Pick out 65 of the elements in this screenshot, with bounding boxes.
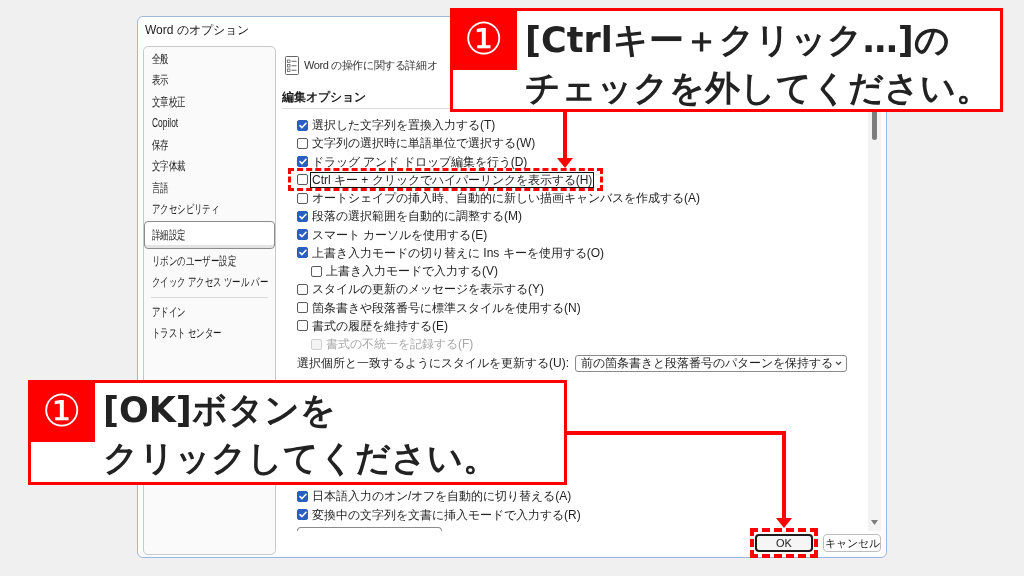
checkmark-icon	[298, 158, 307, 166]
dialog-button[interactable]: キャンセル	[823, 534, 881, 552]
sidebar-item[interactable]: 表示	[144, 69, 275, 91]
sidebar-item[interactable]: 言語	[144, 177, 275, 199]
sidebar-item[interactable]: クイック アクセス ツール バー	[144, 271, 275, 293]
sidebar-item[interactable]: Copilot	[144, 112, 275, 134]
sidebar-item[interactable]: アドイン	[144, 301, 275, 323]
option-label: 段落の選択範囲を自動的に調整する(M)	[311, 208, 523, 225]
sidebar-item[interactable]: 保存	[144, 134, 275, 156]
option-label: 上書き入力モードの切り替えに Ins キーを使用する(O)	[311, 244, 605, 261]
chevron-down-icon	[835, 360, 842, 366]
dropdown[interactable]: 前の箇条書きと段落番号のパターンを保持する	[575, 354, 847, 372]
option-label: 文字列の選択時に単語単位で選択する(W)	[311, 135, 537, 152]
sidebar-item[interactable]: 文章校正	[144, 91, 275, 113]
option-label: 書式の履歴を維持する(E)	[311, 317, 449, 334]
checkbox[interactable]	[297, 247, 308, 259]
description-text: Word の操作に関する詳細オ	[304, 57, 438, 73]
checkbox[interactable]	[297, 490, 308, 502]
checkbox[interactable]	[311, 265, 322, 277]
sidebar-item[interactable]: 詳細設定	[144, 221, 275, 249]
checkmark-icon	[298, 492, 307, 500]
sidebar-item[interactable]: トラスト センター	[144, 322, 275, 344]
number-badge: ①	[28, 380, 95, 442]
option-label: オートシェイプの挿入時、自動的に新しい描画キャンバスを作成する(A)	[311, 190, 701, 207]
checkbox[interactable]	[297, 320, 308, 332]
option-label: Ctrl キー + クリックでハイパーリンクを表示する(H)	[310, 171, 595, 188]
option-label: 箇条書きや段落番号に標準スタイルを使用する(N)	[311, 299, 582, 316]
window-title: Word のオプション	[145, 22, 249, 39]
checkmark-icon	[298, 231, 307, 239]
checkbox[interactable]	[297, 119, 308, 131]
checkbox[interactable]	[297, 509, 308, 521]
checkbox[interactable]	[297, 137, 308, 149]
checkbox[interactable]	[297, 283, 308, 295]
number-badge: ①	[450, 8, 517, 70]
checkbox[interactable]	[297, 174, 308, 186]
option-label: 書式の不統一を記録する(F)	[325, 336, 475, 353]
option-label: 上書き入力モードで入力する(V)	[325, 263, 499, 280]
checkbox[interactable]	[297, 229, 308, 241]
checkbox[interactable]	[297, 210, 308, 222]
sidebar-item[interactable]: 全般	[144, 48, 275, 70]
option-label: スタイルの更新のメッセージを表示する(Y)	[311, 281, 545, 298]
scrollbar-track[interactable]	[868, 112, 881, 531]
option-label: 日本語入力のオン/オフを自動的に切り替える(A)	[311, 488, 573, 505]
option-label: 変換中の文字列を文書に挿入モードで入力する(R)	[311, 506, 582, 523]
sidebar-item[interactable]: 文字体裁	[144, 155, 275, 177]
section-title: 編集オプション	[282, 89, 366, 105]
checkbox[interactable]	[297, 156, 308, 168]
callout-text: [OK]ボタンを クリックしてください。	[103, 389, 498, 480]
option-label: 選択した文字列を置換入力する(T)	[311, 117, 497, 134]
checkbox[interactable]	[297, 192, 308, 204]
checkmark-icon	[298, 249, 307, 257]
checkmark-icon	[298, 511, 307, 519]
checkmark-icon	[298, 121, 307, 129]
option-label: ドラッグ アンド ドロップ編集を行う(D)	[311, 153, 529, 170]
checkmark-icon	[298, 212, 307, 220]
dropdown-label: 選択個所と一致するようにスタイルを更新する(U):	[297, 355, 569, 373]
callout-text: [Ctrlキー＋クリック…]の チェックを外してください。	[525, 19, 991, 110]
sidebar-item[interactable]: アクセシビリティ	[144, 198, 275, 220]
checkbox[interactable]	[297, 302, 308, 314]
dialog-button[interactable]: OK	[755, 534, 813, 552]
document-list-icon	[285, 55, 299, 75]
scrollbar-thumb[interactable]	[872, 112, 877, 140]
sidebar-item[interactable]: リボンのユーザー設定	[144, 250, 275, 272]
scroll-down-icon[interactable]	[871, 520, 878, 525]
option-label: スマート カーソルを使用する(E)	[311, 226, 489, 243]
